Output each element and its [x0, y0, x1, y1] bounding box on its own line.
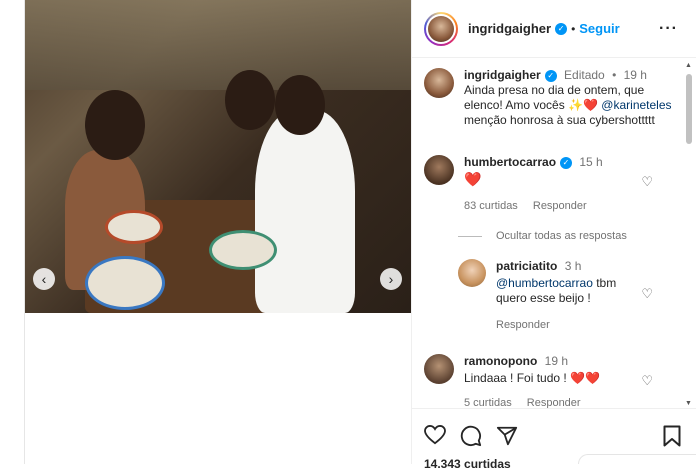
author-avatar	[428, 15, 454, 42]
caption-edited: Editado	[564, 68, 605, 82]
scroll-down-arrow-icon[interactable]: ▼	[685, 400, 692, 407]
caption-text-2: menção honrosa à sua cybershottttt	[464, 113, 655, 127]
comment-username[interactable]: humbertocarrao	[464, 155, 556, 169]
post-side-panel: ingridgaigher ✓ • Seguir ··· ingridgaigh…	[411, 0, 696, 471]
reply-button[interactable]: Responder	[527, 397, 581, 408]
verified-badge-icon: ✓	[560, 156, 573, 169]
heart-icon[interactable]	[424, 425, 446, 445]
reply-button[interactable]: Responder	[533, 200, 587, 212]
follow-button[interactable]: Seguir	[579, 21, 619, 36]
reply-mention[interactable]: @humbertocarrao	[496, 276, 593, 290]
avatar[interactable]	[424, 155, 454, 185]
likes-count[interactable]: 14.343 curtidas	[424, 457, 511, 471]
heart-icon[interactable]: ♡	[641, 174, 653, 190]
corner-decoration	[578, 454, 696, 464]
reply-item: patriciatito 3 h @humbertocarrao tbm que…	[458, 259, 666, 333]
comment-emojis: ❤️❤️	[570, 371, 600, 385]
separator-dot: •	[571, 21, 576, 36]
caption-emojis: ✨❤️	[568, 98, 598, 112]
comment-username[interactable]: ramonopono	[464, 354, 537, 368]
chevron-left-icon[interactable]: ‹	[33, 268, 55, 290]
post-photo[interactable]	[25, 0, 411, 313]
post-header: ingridgaigher ✓ • Seguir ···	[412, 0, 696, 58]
reply-button[interactable]: Responder	[496, 319, 550, 331]
avatar[interactable]	[458, 259, 486, 287]
avatar[interactable]	[424, 68, 454, 98]
comments-list[interactable]: ingridgaigher ✓ Editado • 19 h Ainda pres…	[412, 58, 683, 408]
heart-icon[interactable]: ♡	[641, 373, 653, 389]
heart-icon[interactable]: ♡	[641, 286, 653, 302]
reply-text: tbm	[592, 276, 617, 290]
author-username[interactable]: ingridgaigher	[468, 21, 551, 36]
instagram-post-frame: ‹ › ingridgaigher ✓ • Seguir ··· ingridg…	[0, 0, 696, 471]
verified-badge-icon: ✓	[544, 69, 557, 82]
caption-time: 19 h	[623, 68, 647, 82]
hide-replies-button[interactable]: Ocultar todas as respostas	[458, 230, 627, 242]
verified-badge-icon: ✓	[555, 22, 568, 35]
reply-username[interactable]: patriciatito	[496, 259, 557, 273]
scroll-thumb[interactable]	[686, 74, 692, 144]
comment-time: 15 h	[579, 155, 603, 169]
more-options-icon[interactable]: ···	[659, 20, 678, 38]
share-icon[interactable]	[496, 425, 518, 447]
comment-time: 19 h	[544, 354, 569, 368]
scroll-up-arrow-icon[interactable]: ▲	[685, 62, 692, 69]
author-avatar-ring[interactable]	[424, 11, 458, 46]
comment-likes[interactable]: 83 curtidas	[464, 200, 518, 212]
bookmark-icon[interactable]	[663, 425, 681, 447]
avatar[interactable]	[424, 354, 454, 384]
chevron-right-icon[interactable]: ›	[380, 268, 402, 290]
reply-time: 3 h	[564, 259, 582, 273]
caption: ingridgaigher ✓ Editado • 19 h Ainda pres…	[424, 68, 679, 128]
comment-likes[interactable]: 5 curtidas	[464, 397, 512, 408]
comment-icon[interactable]	[460, 425, 482, 447]
caption-mention[interactable]: @karineteles	[601, 98, 671, 112]
caption-username[interactable]: ingridgaigher	[464, 68, 541, 82]
comments-scrollbar[interactable]: ▲ ▼	[684, 62, 694, 407]
comment-text: Lindaaa ! Foi tudo !	[464, 371, 571, 385]
